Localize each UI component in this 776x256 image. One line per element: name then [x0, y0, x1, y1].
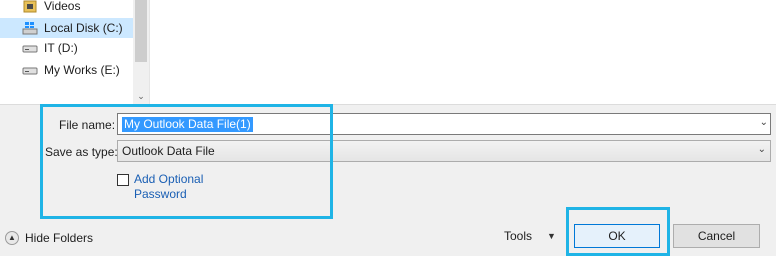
dropdown-arrow-icon[interactable]: ▼: [547, 231, 556, 241]
tree-item-label: IT (D:): [44, 41, 78, 55]
highlight-box-form: [40, 104, 333, 219]
videos-folder-icon: [22, 0, 38, 14]
nav-scrollbar[interactable]: ⌄: [133, 0, 149, 104]
chevron-down-icon[interactable]: ⌄: [758, 144, 766, 155]
drive-icon: [22, 40, 38, 56]
tree-item-videos[interactable]: Videos: [22, 0, 80, 16]
cancel-button[interactable]: Cancel: [673, 224, 760, 248]
hide-folders-button[interactable]: ▲ Hide Folders: [5, 231, 93, 245]
ok-button[interactable]: OK: [574, 224, 660, 248]
chevron-up-icon: ▲: [5, 231, 19, 245]
chevron-down-icon[interactable]: ⌄: [760, 117, 768, 128]
windows-drive-icon: [22, 20, 38, 36]
hide-folders-label: Hide Folders: [25, 231, 94, 245]
tree-item-label: Local Disk (C:): [44, 21, 123, 35]
tree-item-label: Videos: [44, 0, 81, 13]
scrollbar-thumb[interactable]: [135, 0, 147, 62]
tools-menu-button[interactable]: Tools: [504, 229, 532, 243]
tree-item-it-d[interactable]: IT (D:): [22, 38, 78, 58]
file-list-pane[interactable]: [150, 0, 776, 104]
navigation-pane: Videos Local Disk (C:) IT (D:) My Works …: [0, 0, 149, 104]
drive-icon: [22, 62, 38, 78]
tree-item-label: My Works (E:): [44, 63, 120, 77]
chevron-down-icon[interactable]: ⌄: [136, 91, 146, 101]
tree-item-local-disk-c[interactable]: Local Disk (C:): [0, 18, 133, 38]
tree-item-my-works-e[interactable]: My Works (E:): [22, 60, 120, 80]
